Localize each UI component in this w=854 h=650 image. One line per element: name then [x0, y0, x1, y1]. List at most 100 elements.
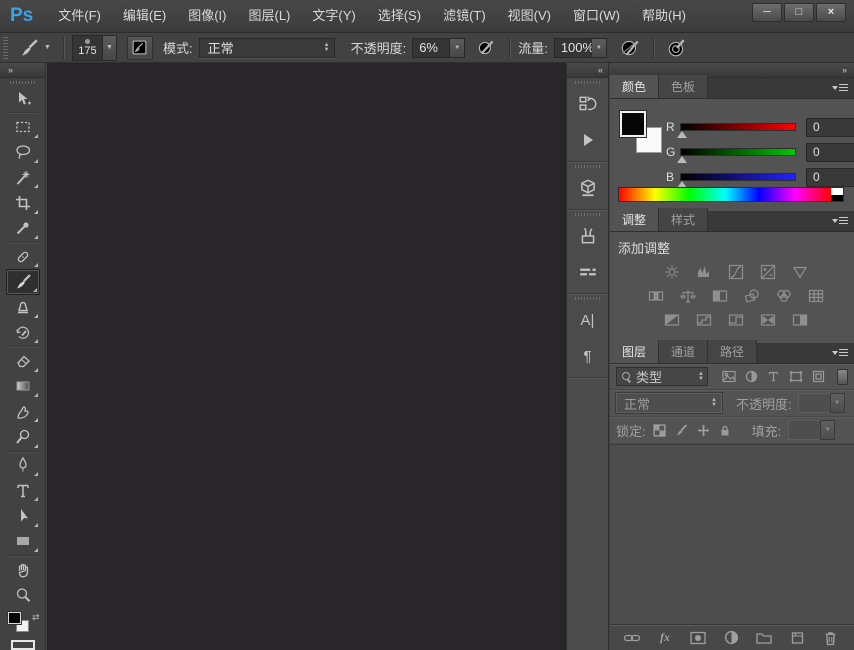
horizontal-type-tool[interactable] [6, 478, 40, 503]
black-cell[interactable] [831, 195, 843, 202]
panel-menu-icon[interactable] [832, 348, 848, 359]
brush-preset-picker[interactable]: 175 ▼ [72, 35, 117, 61]
invert-button[interactable] [661, 311, 683, 328]
blue-value-field[interactable]: 0 [806, 168, 854, 187]
character-panel-button[interactable]: A| [570, 304, 606, 336]
eyedropper-tool[interactable] [6, 216, 40, 241]
collapse-tools-button[interactable]: » [0, 63, 45, 78]
menu-type[interactable]: 文字(Y) [301, 0, 366, 32]
quick-mask-button[interactable] [11, 640, 35, 650]
menu-window[interactable]: 窗口(W) [562, 0, 631, 32]
filter-pixel-layers-icon[interactable] [722, 370, 736, 383]
panel-menu-icon[interactable] [832, 83, 848, 94]
layer-filter-select[interactable]: 类型 ▲▼ [616, 367, 708, 386]
photo-filter-button[interactable] [741, 287, 763, 304]
panel-menu-icon[interactable] [832, 216, 848, 227]
vibrance-button[interactable] [789, 263, 811, 280]
paragraph-panel-button[interactable]: ¶ [570, 340, 606, 372]
layer-opacity-dropdown-button[interactable]: ▼ [830, 393, 845, 413]
layer-blend-mode-select[interactable]: 正常 ▲▼ [616, 393, 722, 413]
brush-tool[interactable] [6, 269, 40, 294]
smudge-tool[interactable] [6, 399, 40, 424]
color-spectrum-bar[interactable] [618, 187, 844, 202]
airbrush-button[interactable] [664, 36, 690, 60]
maximize-button[interactable]: □ [784, 3, 814, 22]
layer-fill-field[interactable] [788, 420, 820, 440]
red-slider[interactable] [680, 123, 796, 131]
tool-preset-picker[interactable]: ▼ [14, 36, 55, 60]
crop-tool[interactable] [6, 190, 40, 215]
gradient-tool[interactable] [6, 374, 40, 399]
layer-opacity-field[interactable] [798, 393, 830, 413]
zoom-tool[interactable] [6, 582, 40, 607]
hue-saturation-button[interactable] [645, 287, 667, 304]
brush-preset-dropdown-button[interactable]: ▼ [102, 35, 117, 61]
threshold-button[interactable] [725, 311, 747, 328]
expand-panels-button[interactable]: « [567, 63, 608, 78]
filter-adjustment-layers-icon[interactable] [745, 370, 758, 383]
delete-layer-button[interactable] [820, 629, 840, 647]
menu-select[interactable]: 选择(S) [367, 0, 432, 32]
lasso-tool[interactable] [6, 140, 40, 165]
spectrum-ramp[interactable] [619, 188, 831, 201]
dodge-tool[interactable] [6, 424, 40, 449]
blend-mode-select[interactable]: 正常 ▲▼ [199, 38, 335, 58]
filter-shape-layers-icon[interactable] [789, 370, 803, 383]
tab-swatches[interactable]: 色板 [659, 75, 708, 98]
menu-edit[interactable]: 编辑(E) [112, 0, 177, 32]
new-group-button[interactable] [754, 629, 774, 647]
layer-fill-dropdown-button[interactable]: ▼ [820, 420, 835, 440]
slider-thumb[interactable] [677, 156, 687, 163]
path-selection-tool[interactable] [6, 503, 40, 528]
green-value-field[interactable]: 0 [806, 143, 854, 162]
menu-image[interactable]: 图像(I) [177, 0, 237, 32]
magic-wand-tool[interactable] [6, 165, 40, 190]
opacity-combo[interactable]: 6% ▼ [412, 38, 465, 58]
filter-smart-objects-icon[interactable] [812, 370, 825, 383]
foreground-color-swatch[interactable] [8, 612, 21, 624]
rectangle-tool[interactable] [6, 529, 40, 554]
new-adjustment-layer-button[interactable] [721, 629, 741, 647]
channel-mixer-button[interactable] [773, 287, 795, 304]
layer-opacity-combo[interactable]: ▼ [798, 393, 845, 413]
color-balance-button[interactable] [677, 287, 699, 304]
airbrush-pressure-button[interactable] [617, 36, 643, 60]
eraser-tool[interactable] [6, 348, 40, 373]
tab-paths[interactable]: 路径 [708, 340, 757, 363]
menu-file[interactable]: 文件(F) [47, 0, 112, 32]
history-panel-button[interactable] [570, 88, 606, 120]
layer-list[interactable] [610, 444, 854, 624]
layer-styles-button[interactable]: fx [655, 629, 675, 647]
red-value-field[interactable]: 0 [806, 118, 854, 137]
lock-paint-icon[interactable] [675, 424, 688, 437]
clone-stamp-tool[interactable] [6, 295, 40, 320]
exposure-button[interactable] [757, 263, 779, 280]
gradient-map-button[interactable] [757, 311, 779, 328]
rectangular-marquee-tool[interactable] [6, 114, 40, 139]
hand-tool[interactable] [6, 557, 40, 582]
filter-type-layers-icon[interactable] [767, 370, 780, 383]
color-lookup-button[interactable] [805, 287, 827, 304]
green-slider[interactable] [680, 148, 796, 156]
foreground-color-swatch[interactable] [620, 111, 646, 137]
flow-combo[interactable]: 100% ▼ [554, 38, 607, 58]
tool-presets-panel-button[interactable] [570, 256, 606, 288]
move-tool[interactable] [6, 86, 40, 111]
history-brush-tool[interactable] [6, 320, 40, 345]
menu-layer[interactable]: 图层(L) [237, 0, 301, 32]
pen-tool[interactable] [6, 453, 40, 478]
flow-dropdown-button[interactable]: ▼ [592, 38, 607, 58]
tab-adjustments[interactable]: 调整 [610, 208, 659, 231]
levels-button[interactable] [693, 263, 715, 280]
opacity-value[interactable]: 6% [412, 38, 450, 58]
flow-value[interactable]: 100% [554, 38, 592, 58]
properties-panel-button[interactable] [570, 172, 606, 204]
filter-toggle-switch[interactable] [837, 369, 848, 385]
brightness-contrast-button[interactable] [661, 263, 683, 280]
layer-fill-combo[interactable]: ▼ [788, 420, 835, 440]
lock-position-icon[interactable] [697, 424, 710, 437]
curves-button[interactable] [725, 263, 747, 280]
toggle-brush-panel-button[interactable] [127, 36, 153, 60]
menu-help[interactable]: 帮助(H) [631, 0, 697, 32]
minimize-button[interactable]: ─ [752, 3, 782, 22]
